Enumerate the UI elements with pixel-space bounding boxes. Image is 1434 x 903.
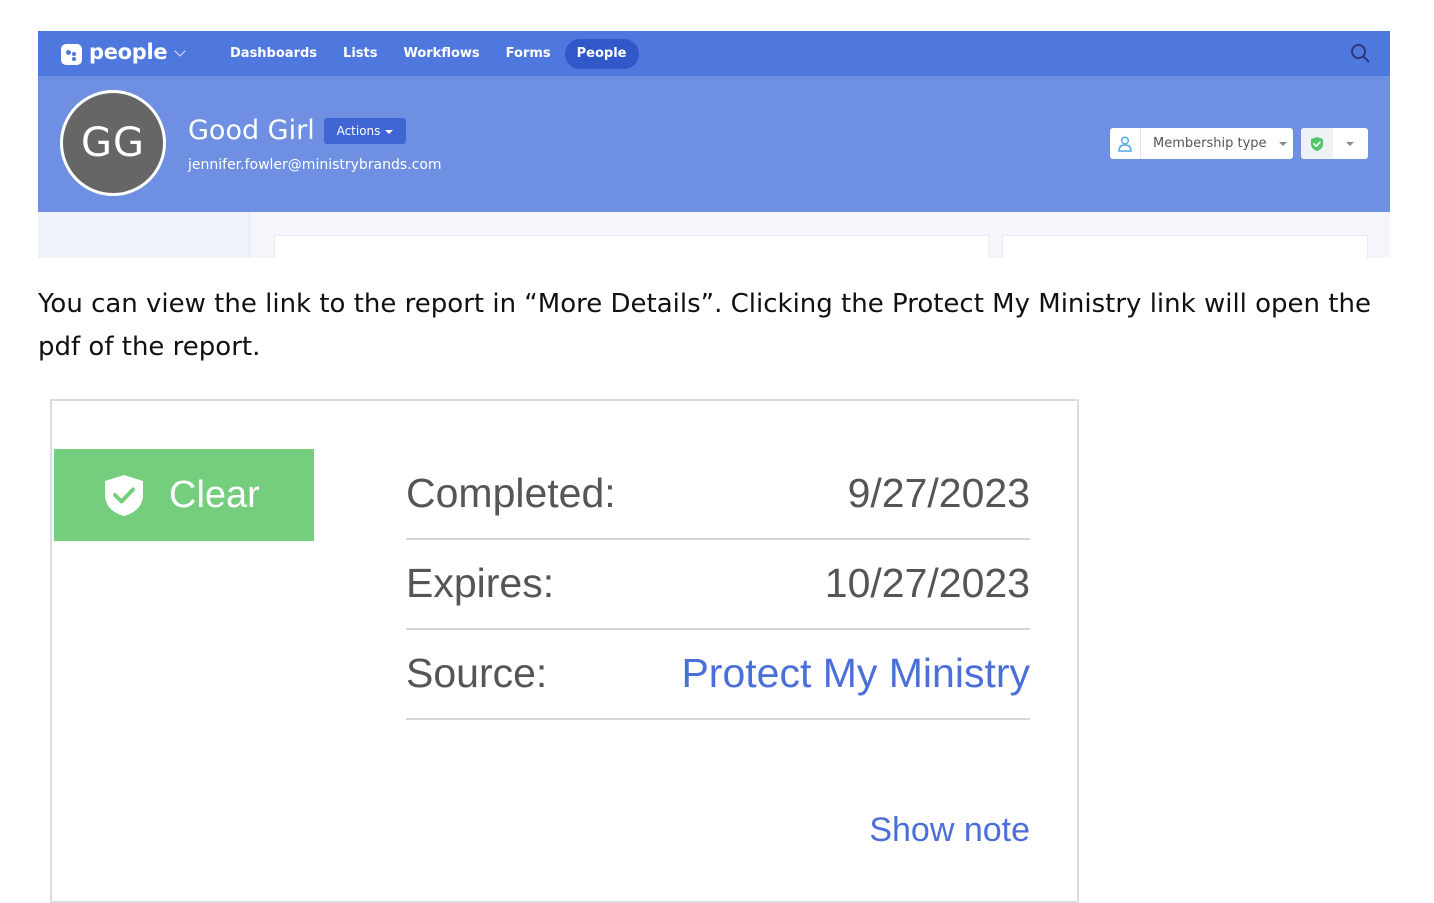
expires-row: Expires: 10/27/2023 — [406, 538, 1030, 630]
show-note-link[interactable]: Show note — [869, 811, 1030, 850]
top-navbar: people Dashboards Lists Workflows Forms … — [38, 31, 1390, 76]
caret-down-icon — [385, 129, 394, 134]
completed-value: 9/27/2023 — [847, 470, 1030, 516]
protect-my-ministry-link[interactable]: Protect My Ministry — [681, 628, 1030, 718]
sidebar — [38, 212, 250, 258]
profile-header: GG Good Girl Actions jennifer.fowler@min… — [38, 76, 1390, 212]
search-icon[interactable] — [1350, 43, 1370, 63]
completed-row: Completed: 9/27/2023 — [406, 448, 1030, 540]
main-panel — [274, 235, 989, 258]
people-app-screenshot: people Dashboards Lists Workflows Forms … — [38, 31, 1390, 258]
membership-type-dropdown[interactable]: Membership type — [1110, 128, 1293, 159]
background-check-card: Clear Completed: 9/27/2023 Expires: 10/2… — [50, 399, 1079, 903]
source-row: Source: Protect My Ministry — [406, 628, 1030, 720]
shield-check-icon — [1301, 128, 1333, 159]
chevron-down-icon — [174, 45, 187, 57]
completed-label: Completed: — [406, 470, 616, 516]
caret-down-icon — [1278, 141, 1287, 146]
brand-name: people — [89, 40, 168, 64]
nav-dashboards[interactable]: Dashboards — [218, 39, 329, 69]
source-label: Source: — [406, 650, 548, 696]
side-panel — [1002, 235, 1368, 258]
shield-check-icon — [105, 475, 143, 516]
nav-lists[interactable]: Lists — [331, 39, 389, 69]
person-email: jennifer.fowler@ministrybrands.com — [188, 157, 442, 173]
actions-label: Actions — [336, 124, 381, 138]
expires-value: 10/27/2023 — [824, 560, 1030, 606]
instruction-text: You can view the link to the report in “… — [38, 289, 1371, 362]
background-check-dropdown[interactable] — [1301, 128, 1368, 159]
nav-people[interactable]: People — [564, 39, 639, 69]
avatar: GG — [60, 90, 166, 196]
person-name: Good Girl — [188, 115, 315, 146]
status-badge: Clear — [54, 449, 314, 541]
people-logo-icon — [61, 43, 82, 65]
nav-workflows[interactable]: Workflows — [391, 39, 491, 69]
expires-label: Expires: — [406, 560, 555, 606]
caret-down-icon — [1346, 142, 1354, 146]
brand-menu[interactable]: people — [61, 40, 187, 66]
membership-type-label: Membership type — [1153, 136, 1267, 151]
user-icon — [1110, 128, 1141, 159]
main-nav: Dashboards Lists Workflows Forms People — [218, 39, 641, 69]
status-text: Clear — [169, 473, 260, 516]
nav-forms[interactable]: Forms — [494, 39, 563, 69]
actions-button[interactable]: Actions — [324, 118, 406, 144]
